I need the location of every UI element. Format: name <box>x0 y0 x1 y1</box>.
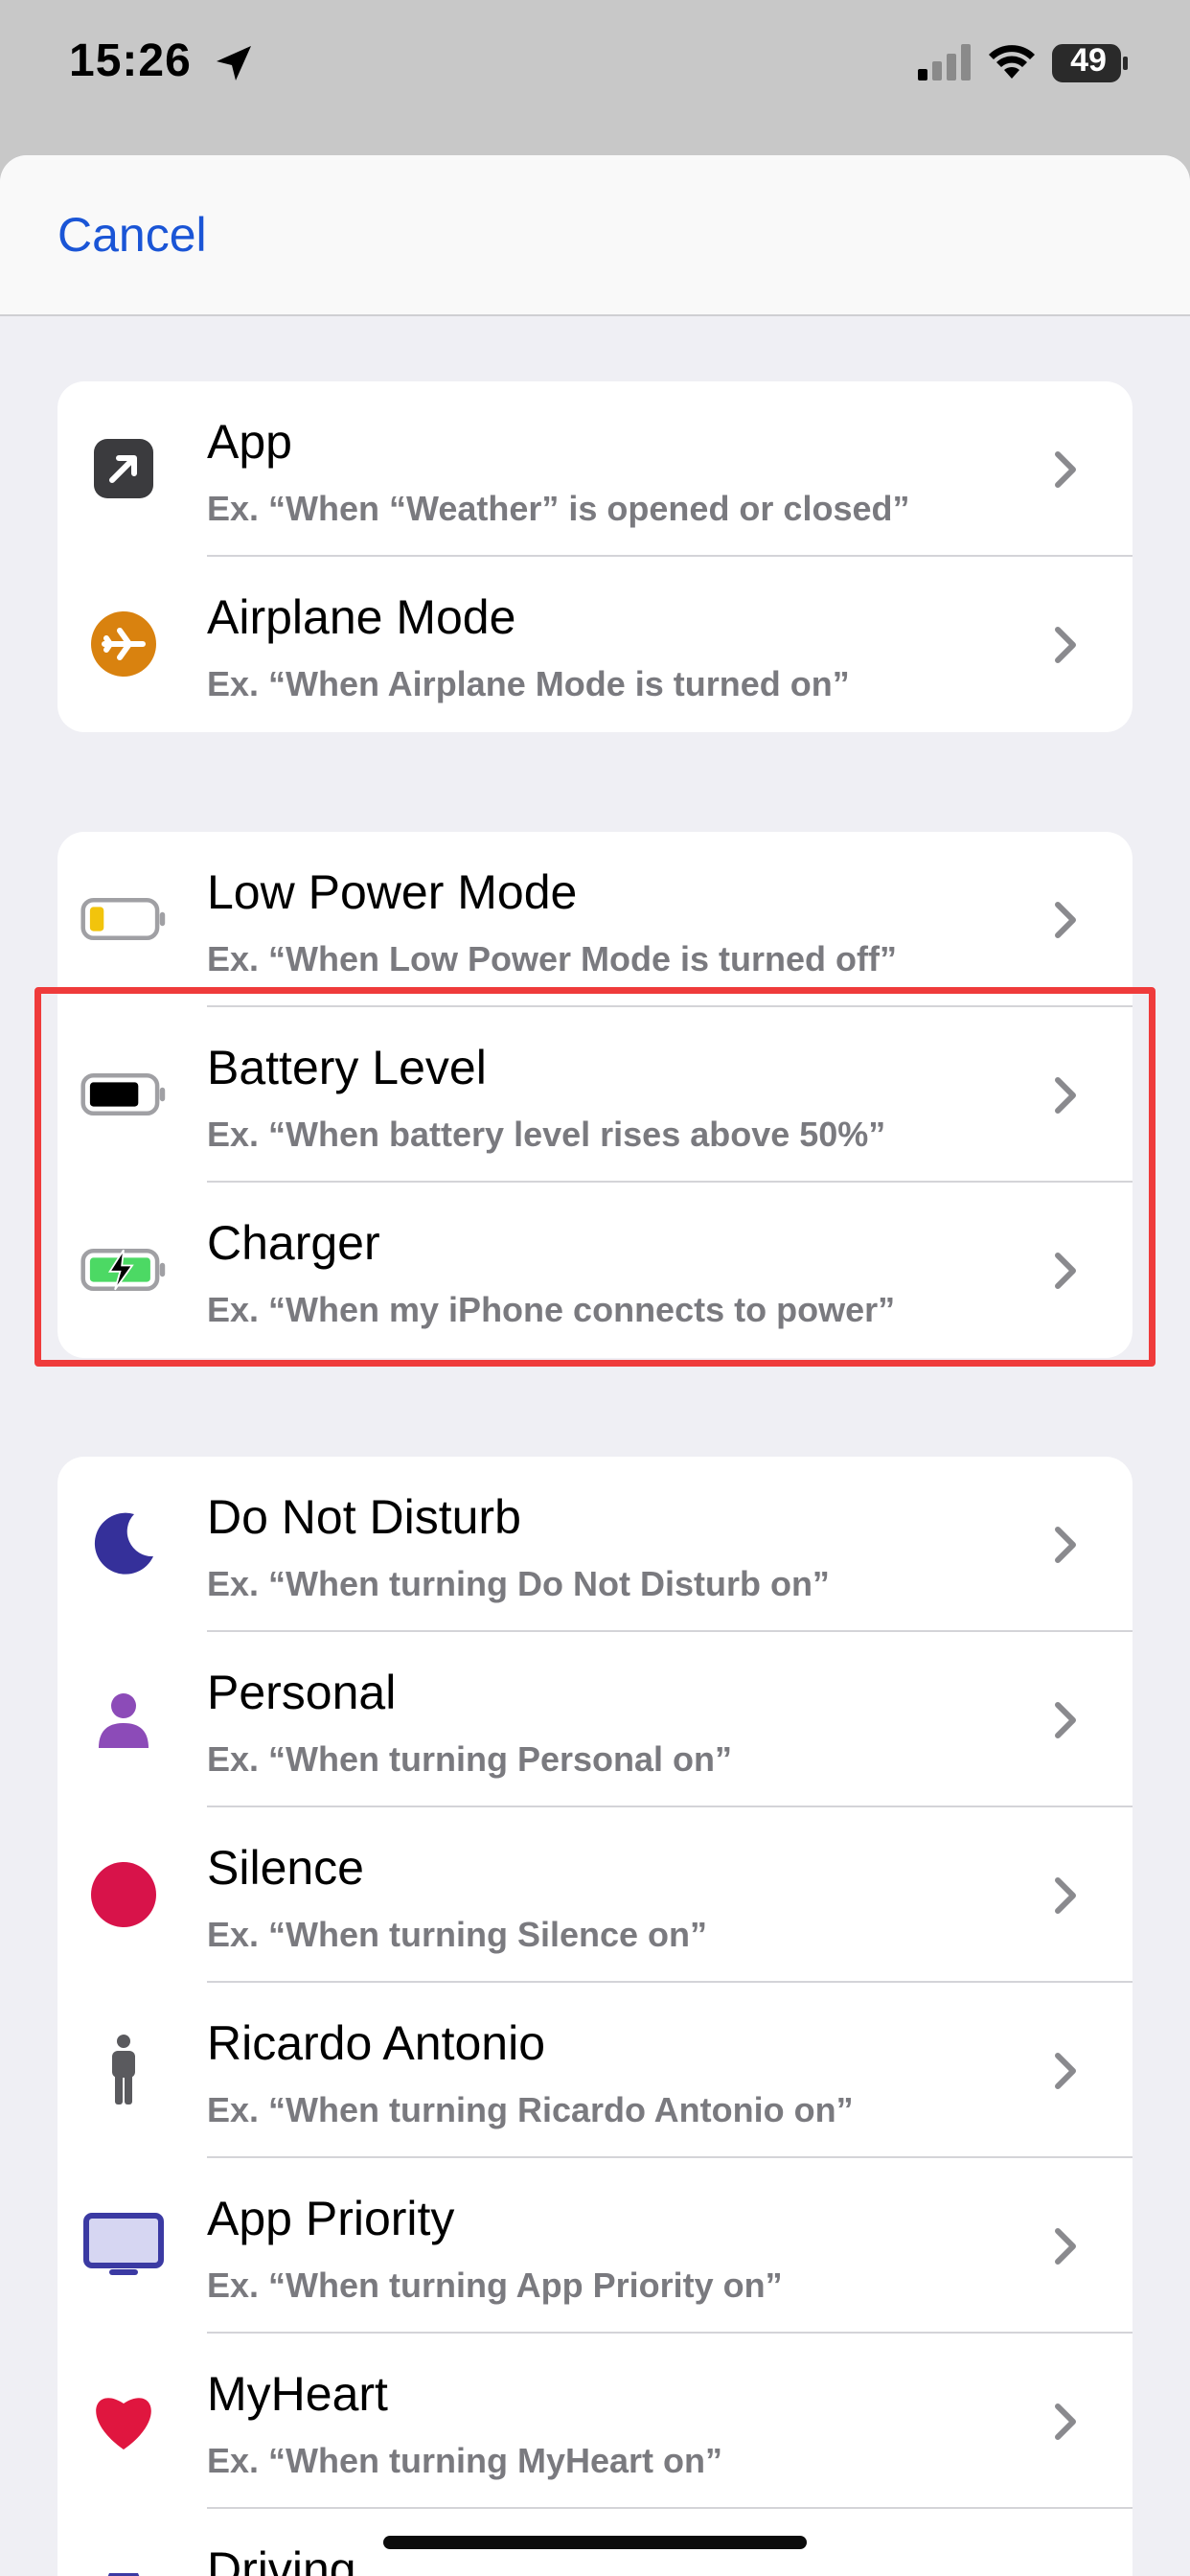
row-subtitle: Ex. “When turning Silence on” <box>207 1915 708 1954</box>
row-title: Driving <box>207 2542 356 2576</box>
group-system: App Ex. “When “Weather” is opened or clo… <box>57 381 1133 732</box>
list-item-silence[interactable]: Silence Ex. “When turning Silence on” <box>57 1807 1133 1983</box>
row-subtitle: Ex. “When “Weather” is opened or closed” <box>207 489 910 528</box>
row-subtitle: Ex. “When turning Personal on” <box>207 1739 733 1779</box>
list-item-low-power-mode[interactable]: Low Power Mode Ex. “When Low Power Mode … <box>57 832 1133 1007</box>
highlight-box <box>34 987 1156 1367</box>
list-item-app[interactable]: App Ex. “When “Weather” is opened or clo… <box>57 381 1133 557</box>
low-battery-icon <box>80 876 167 962</box>
row-subtitle: Ex. “When turning Do Not Disturb on” <box>207 1564 830 1603</box>
list-item-app-priority[interactable]: App Priority Ex. “When turning App Prior… <box>57 2158 1133 2334</box>
red-circle-icon <box>80 1852 167 1938</box>
chevron-right-icon <box>1055 902 1076 938</box>
list-item-myheart[interactable]: MyHeart Ex. “When turning MyHeart on” <box>57 2334 1133 2509</box>
row-subtitle: Ex. “When Low Power Mode is turned off” <box>207 939 898 978</box>
chevron-right-icon <box>1055 2228 1076 2265</box>
chevron-right-icon <box>1055 2404 1076 2440</box>
row-title: App Priority <box>207 2192 455 2245</box>
chevron-right-icon <box>1055 2053 1076 2089</box>
row-title: Personal <box>207 1666 397 1719</box>
row-subtitle: Ex. “When turning App Priority on” <box>207 2266 783 2305</box>
row-title: Ricardo Antonio <box>207 2016 546 2070</box>
cancel-button[interactable]: Cancel <box>57 207 207 263</box>
row-subtitle: Ex. “When turning Ricardo Antonio on” <box>207 2090 854 2129</box>
list-item-airplane-mode[interactable]: Airplane Mode Ex. “When Airplane Mode is… <box>57 557 1133 732</box>
monitor-icon <box>80 2202 167 2288</box>
list-item-ricardo-antonio[interactable]: Ricardo Antonio Ex. “When turning Ricard… <box>57 1983 1133 2158</box>
person-icon <box>80 1676 167 1762</box>
chevron-right-icon <box>1055 451 1076 488</box>
sheet-header: Cancel <box>0 155 1190 316</box>
status-time: 15:26 <box>69 35 192 86</box>
cellular-signal-icon <box>918 44 971 80</box>
chevron-right-icon <box>1055 1877 1076 1914</box>
group-focus: Do Not Disturb Ex. “When turning Do Not … <box>57 1457 1133 2576</box>
row-subtitle: Ex. “When Airplane Mode is turned on” <box>207 664 850 703</box>
standing-person-icon <box>80 2027 167 2113</box>
status-bar: 15:26 49 <box>0 0 1190 144</box>
row-title: App <box>207 415 292 469</box>
row-title: Do Not Disturb <box>207 1490 521 1544</box>
app-arrow-icon <box>80 426 167 512</box>
wifi-icon <box>989 45 1035 79</box>
moon-icon <box>80 1501 167 1587</box>
row-title: Silence <box>207 1841 364 1895</box>
row-title: Low Power Mode <box>207 865 578 919</box>
home-indicator[interactable] <box>383 2536 807 2549</box>
row-title: MyHeart <box>207 2367 388 2421</box>
row-subtitle: Ex. “When turning MyHeart on” <box>207 2441 723 2480</box>
chevron-right-icon <box>1055 627 1076 663</box>
list-item-personal[interactable]: Personal Ex. “When turning Personal on” <box>57 1632 1133 1807</box>
car-icon <box>80 2553 167 2576</box>
chevron-right-icon <box>1055 1527 1076 1563</box>
airplane-icon <box>80 601 167 687</box>
battery-percent: 49 <box>1070 42 1107 79</box>
location-arrow-icon <box>217 46 251 80</box>
chevron-right-icon <box>1055 1702 1076 1738</box>
row-title: Airplane Mode <box>207 590 516 644</box>
heart-icon <box>80 2378 167 2464</box>
list-item-do-not-disturb[interactable]: Do Not Disturb Ex. “When turning Do Not … <box>57 1457 1133 1632</box>
